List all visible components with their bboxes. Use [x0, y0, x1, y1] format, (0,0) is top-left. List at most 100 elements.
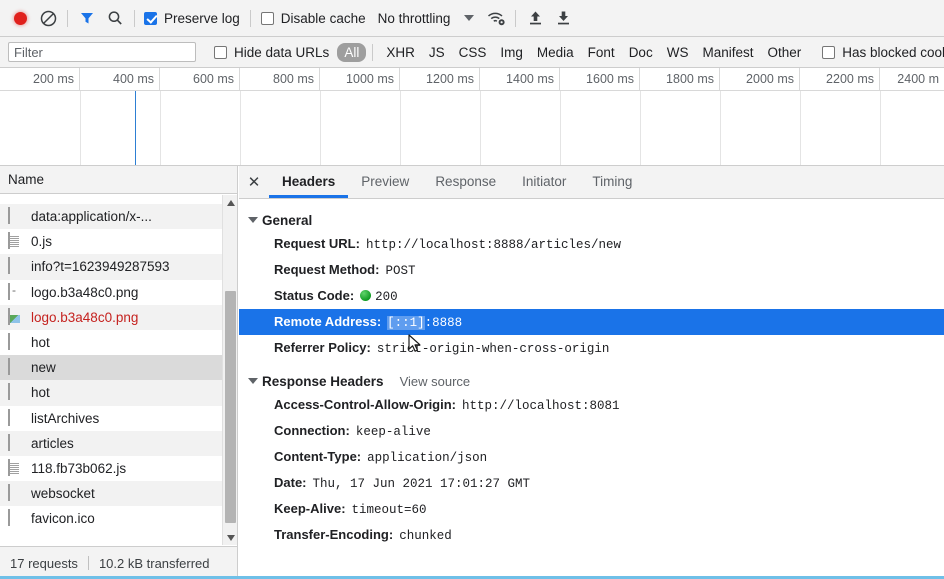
- timeline-gridline: [240, 91, 241, 165]
- type-filter-font[interactable]: Font: [581, 43, 622, 62]
- type-filter-xhr[interactable]: XHR: [379, 43, 422, 62]
- hide-data-urls-checkbox-box: [214, 45, 227, 59]
- type-filter-manifest[interactable]: Manifest: [695, 43, 760, 62]
- script-icon: [8, 458, 23, 477]
- table-row[interactable]: info?t=1623949287593: [0, 254, 237, 280]
- network-conditions-button[interactable]: [482, 4, 510, 32]
- document-icon: [8, 433, 23, 452]
- image-icon: [8, 307, 23, 326]
- network-overview-timeline[interactable]: 200 ms 400 ms 600 ms 800 ms 1000 ms 1200…: [0, 68, 944, 166]
- close-icon[interactable]: ✕: [239, 166, 269, 198]
- table-row[interactable]: hot: [0, 330, 237, 355]
- table-row[interactable]: listArchives: [0, 406, 237, 431]
- scroll-down-button[interactable]: [223, 530, 237, 545]
- disable-cache-checkbox[interactable]: Disable cache: [260, 11, 366, 26]
- header-row[interactable]: Keep-Alive: timeout=60: [239, 496, 944, 522]
- type-filter-other[interactable]: Other: [760, 43, 808, 62]
- throttling-select[interactable]: No throttling: [378, 11, 451, 26]
- type-filter-js[interactable]: JS: [422, 43, 452, 62]
- has-blocked-cookies-checkbox[interactable]: Has blocked cooki: [822, 45, 944, 60]
- toolbar-divider-2: [134, 9, 135, 27]
- export-har-button[interactable]: [549, 4, 577, 32]
- hide-data-urls-label: Hide data URLs: [234, 44, 330, 60]
- header-row[interactable]: Access-Control-Allow-Origin: http://loca…: [239, 392, 944, 418]
- request-list-scrollbar[interactable]: [222, 195, 237, 545]
- header-row[interactable]: Request URL: http://localhost:8888/artic…: [239, 231, 944, 257]
- request-row-partial[interactable]: data:application/x-...: [0, 195, 237, 204]
- timeline-tick-11: 2400 m: [897, 72, 939, 86]
- header-key: Date:: [274, 474, 307, 490]
- tab-preview[interactable]: Preview: [348, 166, 422, 198]
- script-icon: [8, 232, 23, 250]
- filter-input[interactable]: [8, 42, 196, 62]
- header-row[interactable]: Transfer-Encoding: chunked: [239, 522, 944, 548]
- devtools-network-panel: Preserve log Disable cache No throttling: [0, 0, 944, 579]
- tab-timing[interactable]: Timing: [579, 166, 645, 198]
- table-row[interactable]: logo.b3a48c0.png: [0, 280, 237, 305]
- table-row[interactable]: articles: [0, 430, 237, 456]
- preserve-log-checkbox-box: [144, 11, 157, 25]
- header-row[interactable]: Connection: keep-alive: [239, 418, 944, 444]
- type-filter-img[interactable]: Img: [493, 43, 530, 62]
- type-filter-css[interactable]: CSS: [452, 43, 494, 62]
- type-filter-all[interactable]: All: [337, 42, 367, 62]
- wifi-settings-icon: [487, 12, 505, 25]
- request-detail-pane: ✕ Headers Preview Response Initiator Tim…: [239, 166, 944, 579]
- clear-button[interactable]: [34, 4, 62, 32]
- document-icon: [8, 484, 23, 502]
- import-har-button[interactable]: [521, 4, 549, 32]
- type-filter-ws[interactable]: WS: [660, 43, 696, 62]
- scrollbar-thumb[interactable]: [225, 291, 236, 523]
- header-row[interactable]: Request Method: POST: [239, 257, 944, 283]
- has-blocked-cookies-checkbox-box: [822, 45, 836, 59]
- preserve-log-label: Preserve log: [164, 10, 240, 26]
- record-button[interactable]: [6, 4, 34, 32]
- table-row[interactable]: logo.b3a48c0.png: [0, 304, 237, 330]
- filter-toggle-button[interactable]: [73, 4, 101, 32]
- tiny-doc-icon: [8, 282, 23, 301]
- network-status-bar: 17 requests 10.2 kB transferred: [0, 546, 237, 579]
- document-icon: [8, 333, 23, 351]
- general-section-header[interactable]: General: [239, 209, 944, 231]
- table-row[interactable]: websocket: [0, 481, 237, 507]
- header-value: Thu, 17 Jun 2021 17:01:27 GMT: [312, 476, 531, 491]
- header-row[interactable]: Referrer Policy: strict-origin-when-cros…: [239, 335, 944, 361]
- timeline-tick-3: 800 ms: [240, 68, 320, 91]
- header-row-selected[interactable]: Remote Address: [::1]:8888: [239, 309, 944, 335]
- header-value: timeout=60: [351, 502, 427, 517]
- request-name: new: [31, 360, 56, 376]
- table-row[interactable]: 0.js: [0, 229, 237, 254]
- tab-headers[interactable]: Headers: [269, 166, 348, 198]
- table-row[interactable]: favicon.ico: [0, 506, 237, 531]
- header-row[interactable]: Content-Type: application/json: [239, 444, 944, 470]
- chevron-down-icon[interactable]: [464, 15, 475, 21]
- tab-initiator[interactable]: Initiator: [509, 166, 579, 198]
- table-row-selected[interactable]: new: [0, 355, 237, 381]
- has-blocked-cookies-label: Has blocked cooki: [842, 44, 944, 60]
- search-button[interactable]: [101, 4, 129, 32]
- scroll-up-arrow-icon: [226, 199, 235, 206]
- type-filter-doc[interactable]: Doc: [622, 43, 660, 62]
- network-filter-bar: Hide data URLs All XHR JS CSS Img Media …: [0, 37, 944, 68]
- header-row[interactable]: Date: Thu, 17 Jun 2021 17:01:27 GMT: [239, 470, 944, 496]
- document-icon: [8, 509, 23, 527]
- preserve-log-checkbox[interactable]: Preserve log: [144, 11, 240, 26]
- response-headers-section-header[interactable]: Response Headers View source: [239, 370, 944, 392]
- header-row[interactable]: Status Code: 200: [239, 283, 944, 309]
- header-key: Keep-Alive:: [274, 500, 346, 516]
- scroll-up-button[interactable]: [223, 195, 237, 210]
- hide-data-urls-checkbox[interactable]: Hide data URLs: [214, 45, 329, 60]
- timeline-gridline: [720, 91, 721, 165]
- timeline-gridline: [320, 91, 321, 165]
- header-value: chunked: [399, 528, 452, 543]
- column-header-name[interactable]: Name: [0, 166, 237, 194]
- tab-response[interactable]: Response: [422, 166, 509, 198]
- view-source-link[interactable]: View source: [400, 374, 471, 389]
- request-name: info?t=1623949287593: [31, 259, 170, 275]
- table-row[interactable]: hot: [0, 380, 237, 406]
- type-filter-media[interactable]: Media: [530, 43, 581, 62]
- scroll-down-arrow-icon: [226, 534, 235, 541]
- table-row[interactable]: data:application/x-...: [0, 204, 237, 230]
- table-row[interactable]: 118.fb73b062.js: [0, 456, 237, 481]
- general-section-title: General: [262, 212, 313, 228]
